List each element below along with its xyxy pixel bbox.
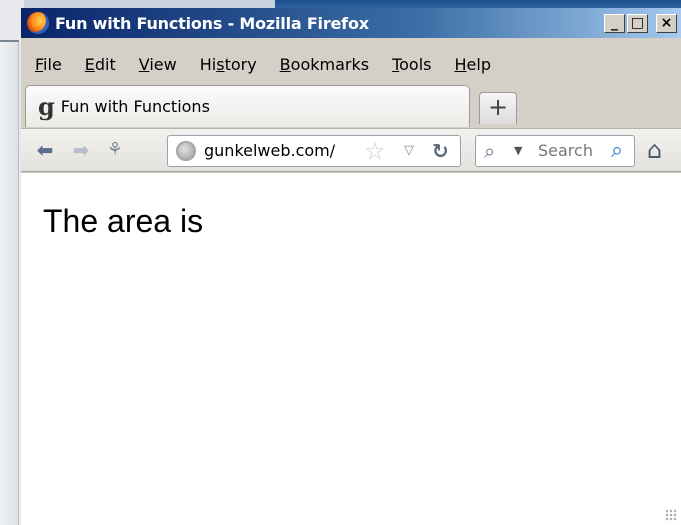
menu-bar: File Edit View History Bookmarks Tools H… xyxy=(21,52,681,76)
addon-icon[interactable]: ⚘ xyxy=(103,138,127,162)
background-window-edge xyxy=(0,42,19,525)
tab-fun-with-functions[interactable]: g Fun with Functions xyxy=(25,85,470,127)
menu-history[interactable]: History xyxy=(200,55,257,74)
maximize-button[interactable]: □ xyxy=(627,14,648,33)
menu-view[interactable]: View xyxy=(139,55,177,74)
menu-bookmarks[interactable]: Bookmarks xyxy=(280,55,369,74)
search-engine-dropdown-icon[interactable]: ▼ xyxy=(514,142,522,160)
window-controls: _ □ × xyxy=(604,14,677,33)
url-bar[interactable]: gunkelweb.com/ ☆ ▽ ↻ xyxy=(167,135,461,167)
search-engine-icon[interactable]: ⌕ xyxy=(484,139,495,163)
new-tab-button[interactable]: + xyxy=(479,92,517,124)
firefox-logo-icon xyxy=(27,12,49,34)
tab-strip: g Fun with Functions + xyxy=(21,84,681,128)
bookmark-star-icon[interactable]: ☆ xyxy=(364,137,386,165)
tab-label: Fun with Functions xyxy=(60,97,210,116)
minimize-button[interactable]: _ xyxy=(604,14,625,33)
firefox-window: Fun with Functions - Mozilla Firefox _ □… xyxy=(19,8,681,525)
home-icon[interactable]: ⌂ xyxy=(647,136,662,164)
forward-arrow-icon[interactable]: ➡ xyxy=(69,138,93,162)
menu-tools[interactable]: Tools xyxy=(392,55,431,74)
close-button[interactable]: × xyxy=(656,14,677,33)
search-input[interactable]: Search xyxy=(538,141,602,160)
menu-help[interactable]: Help xyxy=(455,55,491,74)
resize-grip[interactable] xyxy=(665,509,677,521)
globe-icon[interactable] xyxy=(176,141,196,161)
back-arrow-icon[interactable]: ⬅ xyxy=(33,138,57,162)
title-bar[interactable]: Fun with Functions - Mozilla Firefox _ □… xyxy=(21,8,681,38)
url-text[interactable]: gunkelweb.com/ xyxy=(204,141,335,160)
url-dropdown-icon[interactable]: ▽ xyxy=(404,140,414,162)
search-icon[interactable]: ⌕ xyxy=(604,138,630,164)
menu-file[interactable]: File xyxy=(35,55,62,74)
reload-icon[interactable]: ↻ xyxy=(432,138,449,164)
window-title: Fun with Functions - Mozilla Firefox xyxy=(55,13,369,33)
search-bar[interactable]: ⌕ ▼ Search ⌕ xyxy=(475,135,635,167)
menu-edit[interactable]: Edit xyxy=(85,55,116,74)
navigation-toolbar: ⬅ ➡ ⚘ gunkelweb.com/ ☆ ▽ ↻ ⌕ ▼ Search ⌕ … xyxy=(21,128,681,172)
site-favicon-icon: g xyxy=(38,91,55,121)
page-content: The area is xyxy=(21,172,681,525)
page-text: The area is xyxy=(43,203,204,239)
